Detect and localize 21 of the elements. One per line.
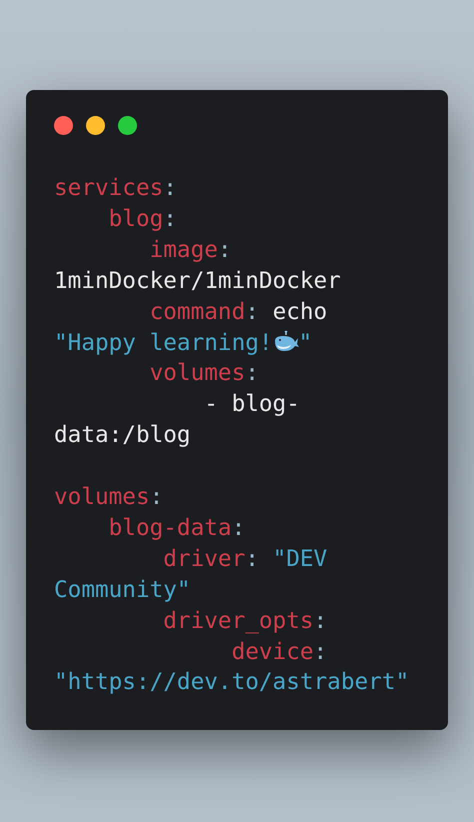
code-line: Community"	[54, 576, 191, 605]
code-line: data:/blog	[54, 421, 191, 450]
window-control-dot[interactable]	[118, 116, 137, 135]
code-line: - blog-	[203, 390, 300, 420]
code-line: 1minDocker/1minDocker	[54, 266, 341, 296]
code-line: volumes:	[54, 483, 164, 512]
code-line: blog:	[108, 204, 177, 234]
code-line: device:	[230, 638, 328, 667]
window-control-dot[interactable]	[86, 116, 105, 135]
window-control-dot[interactable]	[54, 116, 73, 135]
code-line: driver: "DEV	[162, 544, 328, 574]
code-line: blog-data:	[108, 514, 246, 543]
code-line: command: echo	[148, 298, 328, 327]
code-line: "https://dev.to/astrabert"	[54, 668, 410, 698]
code-line: volumes:	[148, 359, 259, 388]
code-line: services:	[54, 174, 177, 203]
code-text: "Happy learning!	[54, 330, 273, 356]
code-line: image:	[148, 236, 232, 265]
whale-icon	[272, 330, 299, 352]
code-text: "	[298, 330, 312, 356]
code-line: driver_opts:	[162, 606, 328, 636]
